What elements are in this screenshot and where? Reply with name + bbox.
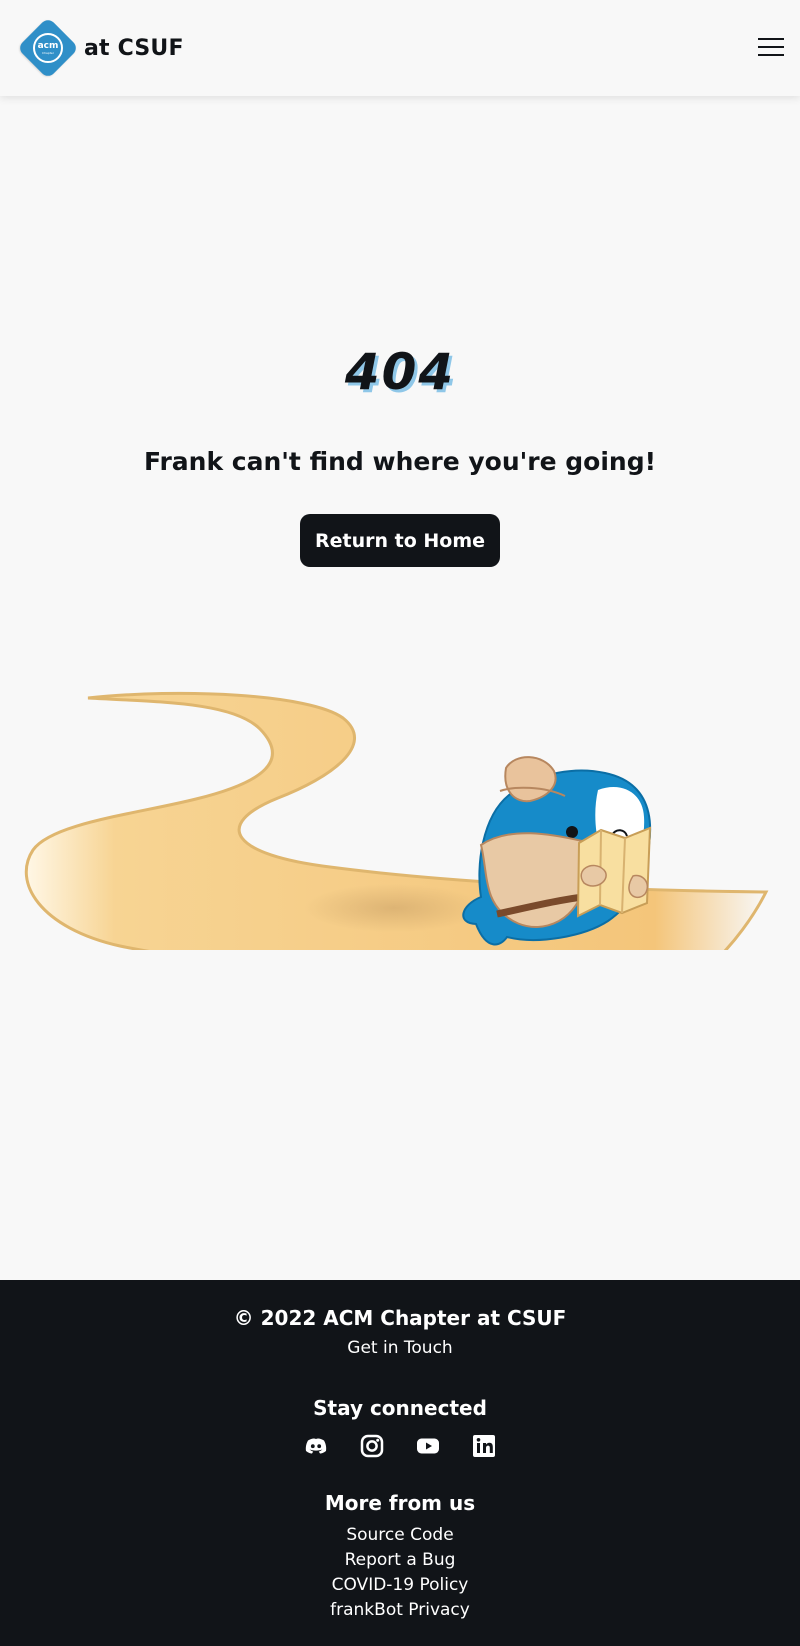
hamburger-menu-button[interactable] [758,38,784,58]
acm-logo-icon: acm Chapter [16,16,80,80]
hamburger-icon-line [758,46,784,48]
site-header: acm Chapter at CSUF [0,0,800,96]
error-message: Frank can't find where you're going! [143,447,656,476]
discord-icon [305,1438,327,1454]
copyright-text: © 2022 ACM Chapter at CSUF [233,1306,567,1330]
youtube-link[interactable] [414,1432,442,1460]
home-logo-link[interactable]: acm Chapter at CSUF [16,16,184,80]
discord-link[interactable] [302,1432,330,1460]
source-code-link[interactable]: Source Code [0,1523,800,1548]
get-in-touch-link[interactable]: Get in Touch [0,1338,800,1358]
covid-policy-link[interactable]: COVID-19 Policy [0,1573,800,1598]
hamburger-icon-line [758,54,784,56]
error-code: 404 [344,343,456,401]
youtube-icon [417,1438,439,1454]
return-home-button[interactable]: Return to Home [300,514,500,567]
brand-label: at CSUF [84,35,184,61]
linkedin-link[interactable] [470,1432,498,1460]
site-footer: © 2022 ACM Chapter at CSUF Get in Touch … [0,1280,800,1646]
stay-connected-title: Stay connected [313,1396,487,1420]
hamburger-icon-line [758,38,784,40]
frankbot-privacy-link[interactable]: frankBot Privacy [0,1598,800,1623]
main-content: 404 Frank can't find where you're going!… [0,96,800,1280]
logo-acm-text: acm [37,40,59,51]
linkedin-icon [473,1435,495,1457]
more-from-us-title: More from us [324,1491,476,1515]
logo-subtext: Chapter [42,50,54,55]
path-shadow-icon [304,884,484,932]
more-links-list: Source Code Report a Bug COVID-19 Policy… [0,1523,800,1623]
lost-shark-illustration [24,691,769,950]
instagram-link[interactable] [358,1432,386,1460]
report-bug-link[interactable]: Report a Bug [0,1548,800,1573]
social-links [300,1432,500,1460]
instagram-icon [360,1434,384,1458]
